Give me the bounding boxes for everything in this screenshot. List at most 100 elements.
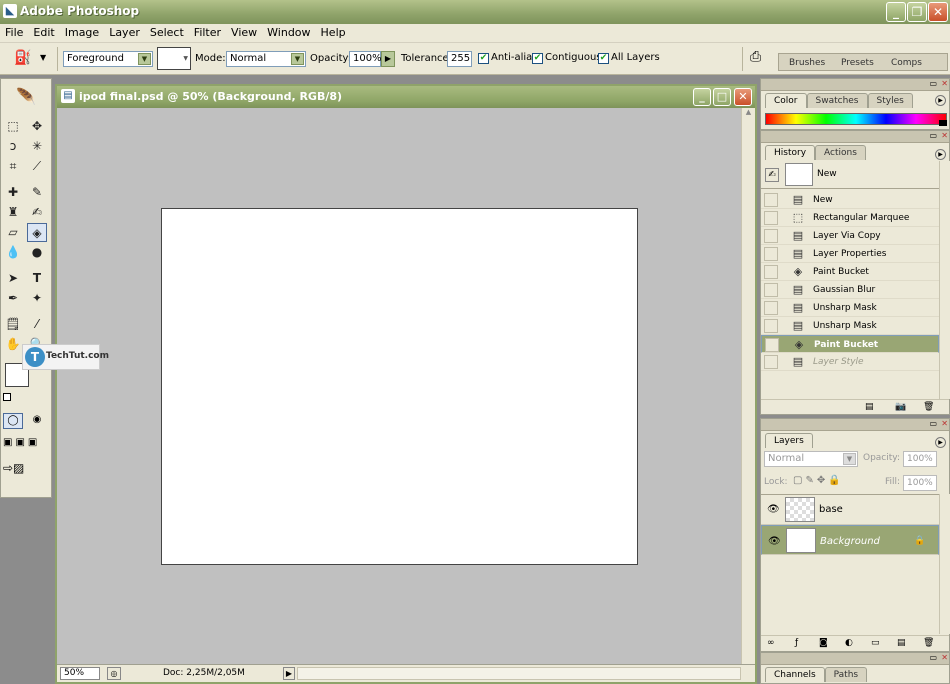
magic-wand-tool-icon[interactable]: ✳: [27, 137, 47, 156]
history-item[interactable]: ◈ Paint Bucket: [761, 335, 939, 353]
menu-file[interactable]: File: [0, 24, 28, 39]
history-source-box[interactable]: [764, 229, 778, 243]
contiguous-checkbox[interactable]: ✔: [532, 52, 543, 64]
history-item[interactable]: ▤ Unsharp Mask: [761, 299, 939, 317]
layers-scrollbar[interactable]: [939, 494, 950, 634]
well-tab-brushes[interactable]: Brushes: [789, 58, 825, 68]
path-selection-tool-icon[interactable]: ➤: [3, 269, 23, 288]
menu-filter[interactable]: Filter: [189, 24, 226, 39]
move-tool-icon[interactable]: ✥: [27, 117, 47, 136]
history-brush-source-icon[interactable]: ✍: [765, 168, 779, 182]
history-source-box[interactable]: [764, 319, 778, 333]
custom-shape-tool-icon[interactable]: ✦: [27, 289, 47, 308]
type-tool-icon[interactable]: T: [27, 269, 47, 288]
panel-close-icon[interactable]: ✕: [941, 79, 948, 88]
history-source-box[interactable]: [764, 301, 778, 315]
snapshot-camera-icon[interactable]: 📷: [895, 402, 906, 412]
menu-edit[interactable]: Edit: [28, 24, 59, 39]
notes-tool-icon[interactable]: 🗒: [3, 315, 23, 334]
new-document-from-state-icon[interactable]: ▤: [865, 402, 874, 412]
tab-paths[interactable]: Paths: [824, 667, 868, 682]
history-source-box[interactable]: [764, 247, 778, 261]
doc-maximize-button[interactable]: □: [713, 88, 731, 106]
standard-mode-icon[interactable]: ◯: [3, 413, 23, 429]
panel-menu-icon[interactable]: ▶: [935, 437, 946, 448]
eraser-tool-icon[interactable]: ▱: [3, 223, 23, 242]
all-layers-checkbox[interactable]: ✔: [598, 52, 609, 64]
blend-mode-select[interactable]: Normal ▼: [764, 451, 858, 467]
restore-button[interactable]: ❐: [907, 2, 927, 22]
tool-preset-chevron-down-icon[interactable]: ▼: [40, 53, 46, 62]
default-colors-icon[interactable]: [3, 393, 11, 401]
layer-style-icon[interactable]: ƒ: [795, 638, 798, 648]
history-item[interactable]: ⬚ Rectangular Marquee: [761, 209, 939, 227]
history-item[interactable]: ◈ Paint Bucket: [761, 263, 939, 281]
eyedropper-tool-icon[interactable]: ⁄: [27, 315, 47, 334]
slice-tool-icon[interactable]: ⟋: [27, 157, 47, 176]
paint-bucket-tool-icon[interactable]: ◈: [27, 223, 47, 242]
panel-close-icon[interactable]: ✕: [941, 419, 948, 428]
healing-brush-tool-icon[interactable]: ✚: [3, 183, 23, 202]
history-item[interactable]: ▤ Layer Via Copy: [761, 227, 939, 245]
history-item[interactable]: ▤ Layer Style: [761, 353, 939, 371]
opacity-input[interactable]: 100%: [349, 51, 382, 67]
history-item[interactable]: ▤ Gaussian Blur: [761, 281, 939, 299]
blur-tool-icon[interactable]: 💧: [3, 243, 23, 262]
panel-menu-icon[interactable]: ▶: [935, 95, 946, 106]
panel-close-icon[interactable]: ✕: [941, 653, 948, 662]
eye-icon[interactable]: 👁: [767, 504, 780, 515]
link-icon[interactable]: ∞: [767, 638, 775, 648]
adjustment-layer-icon[interactable]: ◐: [845, 638, 853, 648]
lasso-tool-icon[interactable]: ↄ: [3, 137, 23, 156]
scroll-up-icon[interactable]: ▲: [742, 108, 755, 116]
status-menu-arrow-icon[interactable]: ▶: [283, 667, 295, 680]
new-layer-icon[interactable]: ▤: [897, 638, 906, 648]
image-canvas[interactable]: [161, 208, 638, 565]
menu-image[interactable]: Image: [60, 24, 104, 39]
tab-styles[interactable]: Styles: [867, 93, 913, 108]
history-brush-tool-icon[interactable]: ✍: [27, 203, 47, 222]
history-scrollbar[interactable]: [939, 161, 950, 399]
new-group-icon[interactable]: ▭: [871, 638, 880, 648]
lock-icons[interactable]: ▢✎✥🔒: [793, 475, 844, 486]
layer-opacity-input[interactable]: 100%: [903, 451, 937, 467]
menu-view[interactable]: View: [226, 24, 262, 39]
panel-menu-icon[interactable]: ▶: [935, 149, 946, 160]
history-item[interactable]: ▤ Layer Properties: [761, 245, 939, 263]
screen-mode-icons[interactable]: ▣▣▣: [3, 437, 49, 453]
document-title-bar[interactable]: ▤ ipod final.psd @ 50% (Background, RGB/…: [57, 86, 755, 108]
history-source-box[interactable]: [764, 265, 778, 279]
history-source-box[interactable]: [764, 355, 778, 369]
menu-select[interactable]: Select: [145, 24, 189, 39]
dodge-tool-icon[interactable]: ●: [27, 243, 47, 262]
history-item[interactable]: ▤ Unsharp Mask: [761, 317, 939, 335]
minimize-button[interactable]: _: [886, 2, 906, 22]
history-source-box[interactable]: [765, 338, 779, 352]
eye-icon[interactable]: 👁: [768, 535, 781, 549]
mode-select[interactable]: Normal ▼: [226, 51, 306, 67]
paint-bucket-preset-icon[interactable]: ⛽: [14, 50, 31, 66]
tab-swatches[interactable]: Swatches: [806, 93, 868, 108]
black-white-swatch[interactable]: [939, 120, 947, 126]
brush-tool-icon[interactable]: ✎: [27, 183, 47, 202]
quick-mask-mode-icon[interactable]: ◉: [27, 413, 47, 429]
panel-minimize-icon[interactable]: ▭: [929, 79, 937, 88]
color-ramp[interactable]: [765, 113, 947, 125]
file-browser-icon[interactable]: ⎙: [750, 49, 761, 65]
tab-history[interactable]: History: [765, 145, 816, 160]
tab-layers[interactable]: Layers: [765, 433, 813, 448]
panel-minimize-icon[interactable]: ▭: [929, 131, 937, 140]
panel-minimize-icon[interactable]: ▭: [929, 419, 937, 428]
history-item[interactable]: ▤ New: [761, 191, 939, 209]
menu-window[interactable]: Window: [262, 24, 315, 39]
status-info-icon[interactable]: ◎: [107, 667, 121, 680]
tab-actions[interactable]: Actions: [815, 145, 866, 160]
layer-row[interactable]: 👁 Background 🔒: [761, 525, 939, 555]
hand-tool-icon[interactable]: ✋: [3, 335, 23, 354]
antialias-checkbox[interactable]: ✔: [478, 52, 489, 64]
horizontal-scrollbar[interactable]: [297, 667, 741, 680]
tab-channels[interactable]: Channels: [765, 667, 825, 682]
marquee-tool-icon[interactable]: ⬚: [3, 117, 23, 136]
pen-tool-icon[interactable]: ✒: [3, 289, 23, 308]
clone-stamp-tool-icon[interactable]: ♜: [3, 203, 23, 222]
